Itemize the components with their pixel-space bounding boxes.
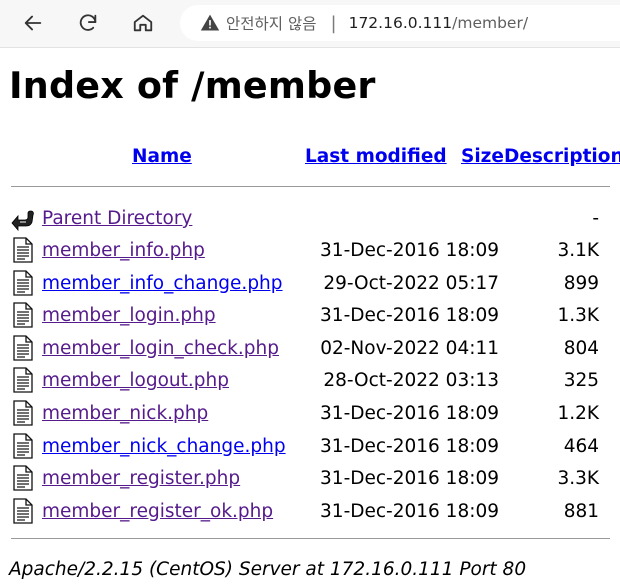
column-header-size[interactable]: Size: [461, 146, 504, 167]
url-host[interactable]: 172.16.0.111: [349, 14, 453, 32]
reload-icon: [79, 14, 97, 31]
file-modified-date: 31-Dec-2016 18:09: [320, 500, 499, 522]
file-row: member_nick_change.php 31-Dec-2016 18:09 4…: [0, 432, 620, 463]
file-link[interactable]: member_info_change.php: [42, 273, 283, 294]
file-size: 3.3K: [557, 468, 599, 490]
home-button[interactable]: [128, 8, 158, 38]
file-row: member_info_change.php 29-Oct-2022 05:17 8…: [0, 269, 620, 300]
file-row: member_info.php 31-Dec-2016 18:09 3.1K: [0, 237, 620, 267]
warning-icon[interactable]: [200, 13, 220, 33]
file-row: member_register_ok.php 31-Dec-2016 18:09 8…: [0, 498, 620, 528]
file-link[interactable]: member_nick.php: [42, 403, 208, 424]
arrow-left-icon: [24, 15, 42, 31]
file-link[interactable]: member_login.php: [42, 305, 216, 326]
file-size: 464: [563, 435, 599, 457]
file-size: 1.3K: [557, 305, 599, 327]
file-modified-date: 31-Dec-2016 18:09: [320, 305, 499, 327]
file-modified-date: 02-Nov-2022 04:11: [320, 337, 499, 359]
security-label[interactable]: 안전하지 않음: [226, 12, 317, 34]
file-modified-date: 31-Dec-2016 18:09: [320, 435, 499, 457]
file-text-icon: [13, 269, 33, 296]
file-link[interactable]: member_register.php: [42, 468, 240, 489]
file-modified-date: 29-Oct-2022 05:17: [323, 272, 499, 294]
file-size: 3.1K: [557, 240, 599, 261]
file-row: member_logout.php 28-Oct-2022 03:13 325: [0, 367, 620, 397]
file-size: -: [592, 208, 599, 229]
column-header-description[interactable]: Description: [504, 146, 620, 167]
server-signature: Apache/2.2.15 (CentOS) Server at 172.16.…: [9, 559, 527, 580]
page-title: Index of /member: [9, 64, 376, 107]
url-path[interactable]: /member/: [452, 14, 528, 32]
file-modified-date: 31-Dec-2016 18:09: [320, 403, 499, 424]
column-header-last-modified[interactable]: Last modified: [305, 146, 447, 167]
file-text-icon: [13, 498, 33, 524]
address-bar[interactable]: 안전하지 않음 | 172.16.0.111/member/: [180, 5, 620, 41]
back-arrow-icon: [11, 210, 34, 231]
file-link[interactable]: member_register_ok.php: [42, 501, 273, 522]
browser-toolbar: 안전하지 않음 | 172.16.0.111/member/: [0, 0, 620, 48]
file-row: member_login_check.php 02-Nov-2022 04:11 8…: [0, 335, 620, 365]
file-text-icon: [13, 335, 33, 361]
file-row: member_register.php 31-Dec-2016 18:09 3.3K: [0, 465, 620, 495]
file-text-icon: [13, 465, 33, 491]
file-size: 804: [563, 337, 599, 359]
file-size: 325: [563, 370, 599, 392]
file-size: 899: [563, 272, 599, 294]
file-link[interactable]: member_info.php: [42, 240, 205, 261]
file-text-icon: [13, 400, 33, 426]
parent-directory-link[interactable]: Parent Directory: [42, 208, 192, 229]
file-size: 881: [563, 500, 599, 522]
file-link[interactable]: member_logout.php: [42, 370, 229, 391]
file-row: member_nick.php 31-Dec-2016 18:09 1.2K: [0, 400, 620, 430]
file-link[interactable]: member_nick_change.php: [42, 436, 286, 457]
header-divider: [11, 186, 610, 187]
parent-directory-row: Parent Directory -: [0, 205, 620, 235]
column-header-name[interactable]: Name: [132, 146, 192, 167]
file-modified-date: 31-Dec-2016 18:09: [320, 468, 499, 490]
file-text-icon: [13, 237, 33, 263]
footer-divider: [11, 538, 610, 539]
file-size: 1.2K: [557, 403, 599, 424]
home-icon: [133, 14, 153, 32]
file-modified-date: 31-Dec-2016 18:09: [320, 240, 499, 261]
file-text-icon: [13, 432, 33, 459]
file-text-icon: [13, 367, 33, 394]
address-separator: |: [330, 12, 337, 34]
reload-button[interactable]: [73, 8, 103, 38]
file-row: member_login.php 31-Dec-2016 18:09 1.3K: [0, 302, 620, 332]
file-link[interactable]: member_login_check.php: [42, 338, 279, 359]
file-text-icon: [13, 302, 33, 328]
back-button[interactable]: [18, 8, 48, 38]
file-modified-date: 28-Oct-2022 03:13: [323, 370, 499, 392]
